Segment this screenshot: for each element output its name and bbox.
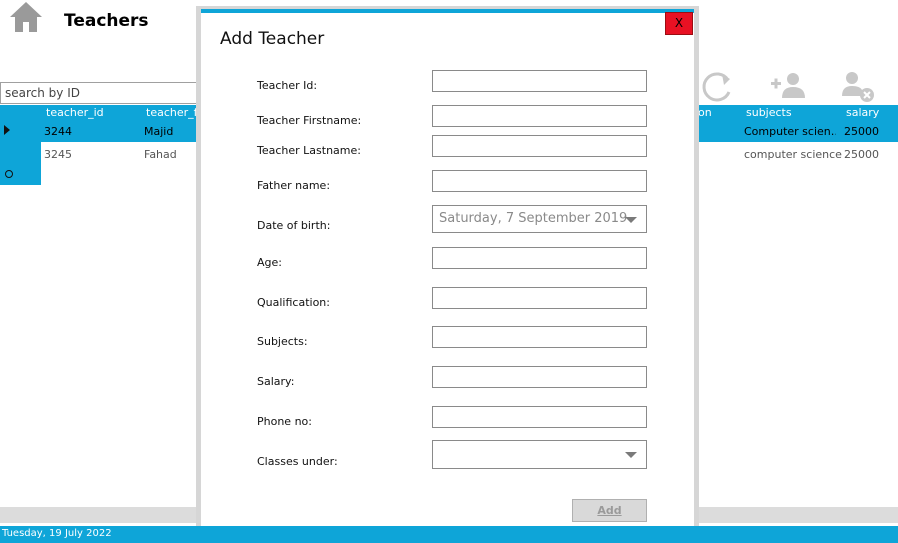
chevron-down-icon[interactable] — [625, 452, 637, 458]
row-selector-arrow-icon — [4, 125, 10, 135]
new-row-marker-icon — [5, 170, 13, 178]
cell-salary[interactable]: 25000 — [844, 148, 879, 161]
home-icon[interactable] — [8, 0, 44, 34]
add-button[interactable]: Add — [572, 499, 647, 522]
cell-subjects[interactable]: Computer scien… — [744, 125, 836, 138]
label-qualification: Qualification: — [257, 296, 330, 309]
dialog-title: Add Teacher — [220, 29, 325, 49]
cell-subjects[interactable]: computer science — [744, 148, 842, 161]
refresh-icon[interactable] — [698, 68, 736, 104]
first-name-field[interactable] — [432, 105, 647, 127]
qualification-field[interactable] — [432, 287, 647, 309]
label-subjects: Subjects: — [257, 335, 308, 348]
status-bar: Tuesday, 19 July 2022 — [0, 526, 898, 543]
column-header-teacher-id[interactable]: teacher_id — [46, 106, 104, 119]
label-teacher-id: Teacher Id: — [257, 79, 318, 92]
label-salary: Salary: — [257, 375, 295, 388]
chevron-down-icon[interactable] — [625, 217, 637, 223]
date-of-birth-value: Saturday, 7 September 2019 — [439, 211, 628, 226]
phone-field[interactable] — [432, 406, 647, 428]
classes-under-select[interactable] — [432, 440, 647, 469]
row-header-column[interactable] — [0, 142, 41, 185]
page-title: Teachers — [64, 11, 149, 31]
cell-teacher-firstname[interactable]: Fahad — [144, 148, 177, 161]
salary-field[interactable] — [432, 366, 647, 388]
teachers-window: Teachers search by ID teacher_id teacher… — [0, 0, 898, 543]
column-header-subjects[interactable]: subjects — [746, 106, 792, 119]
teacher-id-field[interactable] — [432, 70, 647, 92]
add-user-icon[interactable] — [769, 68, 807, 104]
column-header-salary[interactable]: salary — [846, 106, 879, 119]
status-date: Tuesday, 19 July 2022 — [2, 528, 112, 539]
date-of-birth-picker[interactable]: Saturday, 7 September 2019 — [432, 205, 647, 233]
age-field[interactable] — [432, 247, 647, 269]
cell-teacher-firstname[interactable]: Majid — [144, 125, 173, 138]
label-phone: Phone no: — [257, 415, 312, 428]
father-name-field[interactable] — [432, 170, 647, 192]
remove-user-icon[interactable] — [838, 68, 876, 104]
cell-teacher-id[interactable]: 3245 — [44, 148, 72, 161]
close-button[interactable]: X — [665, 12, 693, 35]
cell-salary[interactable]: 25000 — [844, 125, 879, 138]
label-classes-under: Classes under: — [257, 455, 338, 468]
label-date-of-birth: Date of birth: — [257, 219, 331, 232]
last-name-field[interactable] — [432, 135, 647, 157]
label-father-name: Father name: — [257, 179, 331, 192]
search-input[interactable]: search by ID — [0, 82, 200, 104]
cell-teacher-id[interactable]: 3244 — [44, 125, 72, 138]
label-first-name: Teacher Firstname: — [257, 114, 362, 127]
label-last-name: Teacher Lastname: — [257, 144, 361, 157]
subjects-field[interactable] — [432, 326, 647, 348]
label-age: Age: — [257, 256, 282, 269]
